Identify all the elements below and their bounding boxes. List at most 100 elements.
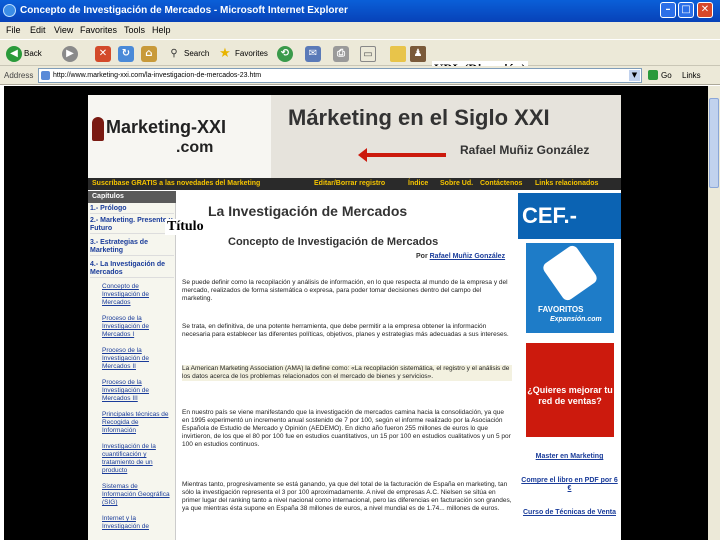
sidebar-chapter-1[interactable]: 1.- Prólogo <box>90 205 174 214</box>
internet-explorer-icon <box>3 4 16 17</box>
mail-icon: ✉ <box>305 45 321 62</box>
article-byline: Por Rafael Muñiz González <box>416 253 505 260</box>
nav-sobre[interactable]: Sobre Ud. <box>440 180 473 187</box>
minimize-button[interactable]: – <box>660 2 676 18</box>
forward-arrow-icon: ▶ <box>62 45 78 62</box>
messenger-button[interactable]: ♟ <box>410 44 426 63</box>
article-paragraph: Se puede definir como la recopilación y … <box>182 279 508 302</box>
favoritos-ad[interactable]: FAVORITOS Expansión.com <box>526 243 614 333</box>
sidebar-subitem[interactable]: Investigación de la cuantificación y tra… <box>102 443 172 475</box>
refresh-button[interactable]: ↻ <box>118 44 134 63</box>
page-icon <box>41 71 50 80</box>
edit-button[interactable]: ▭ <box>360 44 376 63</box>
history-icon: ⟲ <box>277 45 293 62</box>
folder-button[interactable] <box>390 44 406 63</box>
back-label: Back <box>24 49 42 58</box>
nav-subscribe[interactable]: Suscríbase GRATIS a las novedades del Ma… <box>92 180 260 187</box>
person-figure-icon <box>92 117 104 141</box>
sidebar-subitem[interactable]: Principales técnicas de Recogida de Info… <box>102 411 172 435</box>
nav-edit-registro[interactable]: Editar/Borrar registro <box>314 180 385 187</box>
home-button[interactable]: ⌂ <box>141 44 157 63</box>
favoritos-subtitle: Expansión.com <box>550 316 602 323</box>
menu-view[interactable]: View <box>54 25 73 35</box>
menu-file[interactable]: File <box>6 25 21 35</box>
toolbar: ◀ Back ▶ ✕ ↻ ⌂ ⚲ Search ★ Favorites ⟲ ✉ … <box>0 39 720 66</box>
chapter-title: La Investigación de Mercados <box>208 203 408 219</box>
favorites-label: Favorites <box>235 49 268 58</box>
back-arrow-icon: ◀ <box>6 45 22 62</box>
print-button[interactable]: ⎙ <box>333 44 349 63</box>
right-link-libro[interactable]: Compre el libro en PDF por 6 € <box>520 477 619 493</box>
links-button[interactable]: Links <box>682 71 701 80</box>
address-dropdown-icon[interactable]: ▼ <box>629 70 640 81</box>
go-button[interactable]: Go <box>661 71 672 80</box>
edit-icon: ▭ <box>360 45 376 62</box>
address-url: http://www.marketing-xxi.com/la-investig… <box>53 72 262 79</box>
stop-icon: ✕ <box>95 45 111 62</box>
window-title: Concepto de Investigación de Mercados - … <box>20 5 348 16</box>
menu-favorites[interactable]: Favorites <box>80 25 117 35</box>
window-titlebar: Concepto de Investigación de Mercados - … <box>0 0 720 22</box>
sidebar-chapter-2[interactable]: 2.- Marketing. Presente y Futuro <box>90 217 174 234</box>
article-main: La Investigación de Mercados Concepto de… <box>180 191 516 540</box>
logo-domain: .com <box>176 139 214 156</box>
byline-author-link[interactable]: Rafael Muñiz González <box>430 253 505 260</box>
nav-links[interactable]: Links relacionados <box>535 180 598 187</box>
star-icon: ★ <box>217 45 233 62</box>
menu-bar: File Edit View Favorites Tools Help <box>0 22 720 39</box>
right-link-master[interactable]: Master en Marketing <box>520 453 619 461</box>
article-paragraph: Se trata, en definitiva, de una potente … <box>182 323 509 338</box>
sidebar-chapter-3[interactable]: 3.- Estrategias de Marketing <box>90 239 174 256</box>
chapters-sidebar: Capítulos 1.- Prólogo 2.- Marketing. Pre… <box>88 191 176 540</box>
sidebar-subitem[interactable]: Proceso de la Investigación de Mercados … <box>102 379 172 403</box>
history-button[interactable]: ⟲ <box>277 44 293 63</box>
sidebar-subitem[interactable]: Sistemas de Información Geográfica (SIG) <box>102 483 172 507</box>
byline-label: Por <box>416 253 428 260</box>
menu-edit[interactable]: Edit <box>30 25 46 35</box>
close-button[interactable]: ✕ <box>697 2 713 18</box>
nav-contactenos[interactable]: Contáctenos <box>480 180 522 187</box>
article-paragraph: Mientras tanto, progresivamente se está … <box>182 481 512 512</box>
banner-arrow-icon <box>358 148 446 162</box>
menu-help[interactable]: Help <box>152 25 171 35</box>
go-arrow-icon[interactable] <box>648 70 658 80</box>
sidebar-header: Capítulos <box>88 191 176 203</box>
site-banner: Marketing-XXI .com Márketing en el Siglo… <box>88 95 621 178</box>
sidebar-subitem[interactable]: Concepto de Investigación de Mercados <box>102 283 172 307</box>
maximize-button[interactable]: □ <box>678 2 694 18</box>
address-input[interactable]: http://www.marketing-xxi.com/la-investig… <box>38 68 642 83</box>
web-page: Marketing-XXI .com Márketing en el Siglo… <box>88 95 621 540</box>
search-label: Search <box>184 49 210 58</box>
folder-icon <box>390 45 406 62</box>
refresh-icon: ↻ <box>118 45 134 62</box>
favorites-button[interactable]: ★ Favorites <box>217 44 268 63</box>
sidebar-subitem[interactable]: Proceso de la Investigación de Mercados … <box>102 347 172 371</box>
banner-title: Márketing en el Siglo XXI <box>288 105 550 130</box>
stop-button[interactable]: ✕ <box>95 44 111 63</box>
title-annotation: Título <box>165 219 206 235</box>
address-label: Address <box>4 71 34 80</box>
search-button[interactable]: ⚲ Search <box>166 44 209 63</box>
scrollbar-thumb[interactable] <box>709 98 719 188</box>
home-icon: ⌂ <box>141 45 157 62</box>
printer-icon: ⎙ <box>333 45 349 62</box>
logo-text: Marketing-XXI <box>106 117 227 137</box>
sidebar-subitem[interactable]: Proceso de la Investigación de Mercados … <box>102 315 172 339</box>
pointing-hand-icon <box>540 243 600 303</box>
right-link-curso[interactable]: Curso de Técnicas de Venta <box>520 509 619 517</box>
nav-indice[interactable]: Índice <box>408 180 428 187</box>
cef-ad[interactable]: CEF.- <box>518 193 621 239</box>
sidebar-chapter-4[interactable]: 4.- La Investigación de Mercados <box>90 261 174 278</box>
right-column: CEF.- FAVORITOS Expansión.com ¿Quieres m… <box>518 191 621 540</box>
site-logo[interactable]: Marketing-XXI .com <box>88 95 271 178</box>
menu-tools[interactable]: Tools <box>124 25 145 35</box>
article-paragraph: La American Marketing Association (AMA) … <box>182 365 512 381</box>
favoritos-title: FAVORITOS <box>538 305 584 314</box>
sidebar-subitem[interactable]: Internet y la Investigación de <box>102 515 172 531</box>
mail-button[interactable]: ✉ <box>305 44 321 63</box>
site-nav: Suscríbase GRATIS a las novedades del Ma… <box>88 178 621 190</box>
messenger-icon: ♟ <box>410 45 426 62</box>
forward-button[interactable]: ▶ <box>62 44 78 63</box>
back-button[interactable]: ◀ Back <box>6 44 42 63</box>
sales-network-ad[interactable]: ¿Quieres mejorar tu red de ventas? <box>526 343 614 437</box>
